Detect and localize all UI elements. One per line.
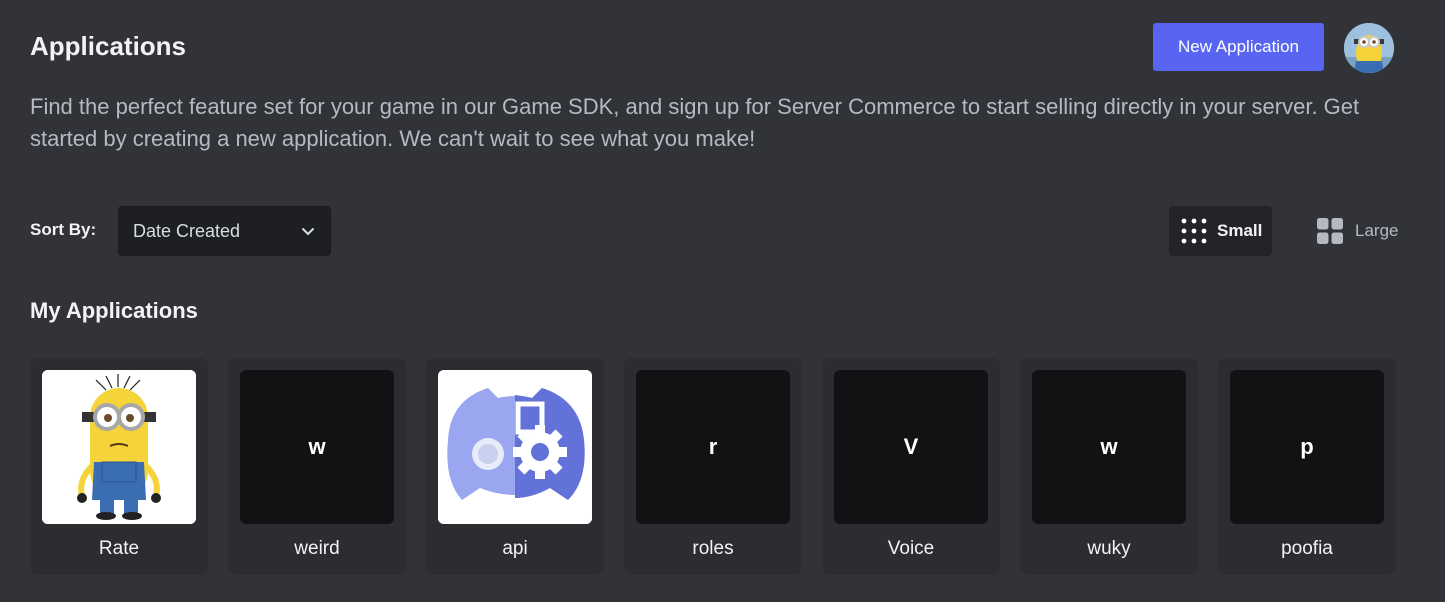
- app-icon: p: [1230, 370, 1384, 524]
- new-application-button[interactable]: New Application: [1153, 23, 1324, 71]
- app-icon: w: [1032, 370, 1186, 524]
- applications-grid: Rate w weird api r roles V Voice w wuky …: [30, 358, 1396, 575]
- application-card-voice[interactable]: V Voice: [822, 358, 1000, 575]
- view-small-label: Small: [1217, 221, 1263, 240]
- app-icon: [42, 370, 196, 524]
- application-name: poofia: [1281, 538, 1333, 559]
- app-icon: V: [834, 370, 988, 524]
- sort-label: Sort By:: [30, 220, 97, 239]
- app-icon-letter: w: [1100, 434, 1118, 459]
- application-name: weird: [294, 538, 340, 559]
- sort-selected-value: Date Created: [133, 220, 241, 241]
- page-description: Find the perfect feature set for your ga…: [30, 94, 1360, 151]
- app-icon-letter: p: [1300, 434, 1314, 459]
- application-name: api: [502, 538, 528, 559]
- app-icon-letter: V: [903, 434, 919, 459]
- minion-avatar-icon: [1344, 23, 1394, 73]
- app-icon: [438, 370, 592, 524]
- application-name: wuky: [1087, 538, 1131, 559]
- application-name: Rate: [98, 538, 140, 559]
- sort-and-view-row: Sort By: Date Created Small Large: [30, 206, 1415, 256]
- app-icon: w: [240, 370, 394, 524]
- view-small-toggle[interactable]: Small: [1169, 206, 1272, 256]
- avatar[interactable]: [1344, 23, 1394, 73]
- application-name: roles: [692, 538, 734, 559]
- page-title: Applications: [30, 31, 187, 61]
- application-card-poofia[interactable]: p poofia: [1218, 358, 1396, 575]
- applications-page: Applications New Application Find the pe…: [0, 0, 1445, 602]
- application-card-wuky[interactable]: w wuky: [1020, 358, 1198, 575]
- app-icon: r: [636, 370, 790, 524]
- application-name: Voice: [887, 538, 935, 559]
- view-large-label: Large: [1355, 221, 1399, 240]
- my-applications-heading: My Applications: [30, 298, 198, 323]
- app-icon-letter: w: [308, 434, 326, 459]
- large-grid-icon: [1317, 218, 1343, 244]
- view-large-toggle[interactable]: Large: [1295, 206, 1405, 256]
- discord-bot-gear-icon: [438, 370, 592, 524]
- application-card-rate[interactable]: Rate: [30, 358, 208, 575]
- chevron-down-icon: [302, 228, 314, 235]
- header: Applications New Application: [30, 23, 1415, 73]
- app-icon-letter: r: [708, 434, 718, 459]
- application-card-weird[interactable]: w weird: [228, 358, 406, 575]
- small-grid-icon: [1181, 218, 1207, 244]
- application-card-api[interactable]: api: [426, 358, 604, 575]
- minion-icon: [42, 370, 196, 524]
- sort-dropdown[interactable]: Date Created: [118, 206, 331, 256]
- application-card-roles[interactable]: r roles: [624, 358, 802, 575]
